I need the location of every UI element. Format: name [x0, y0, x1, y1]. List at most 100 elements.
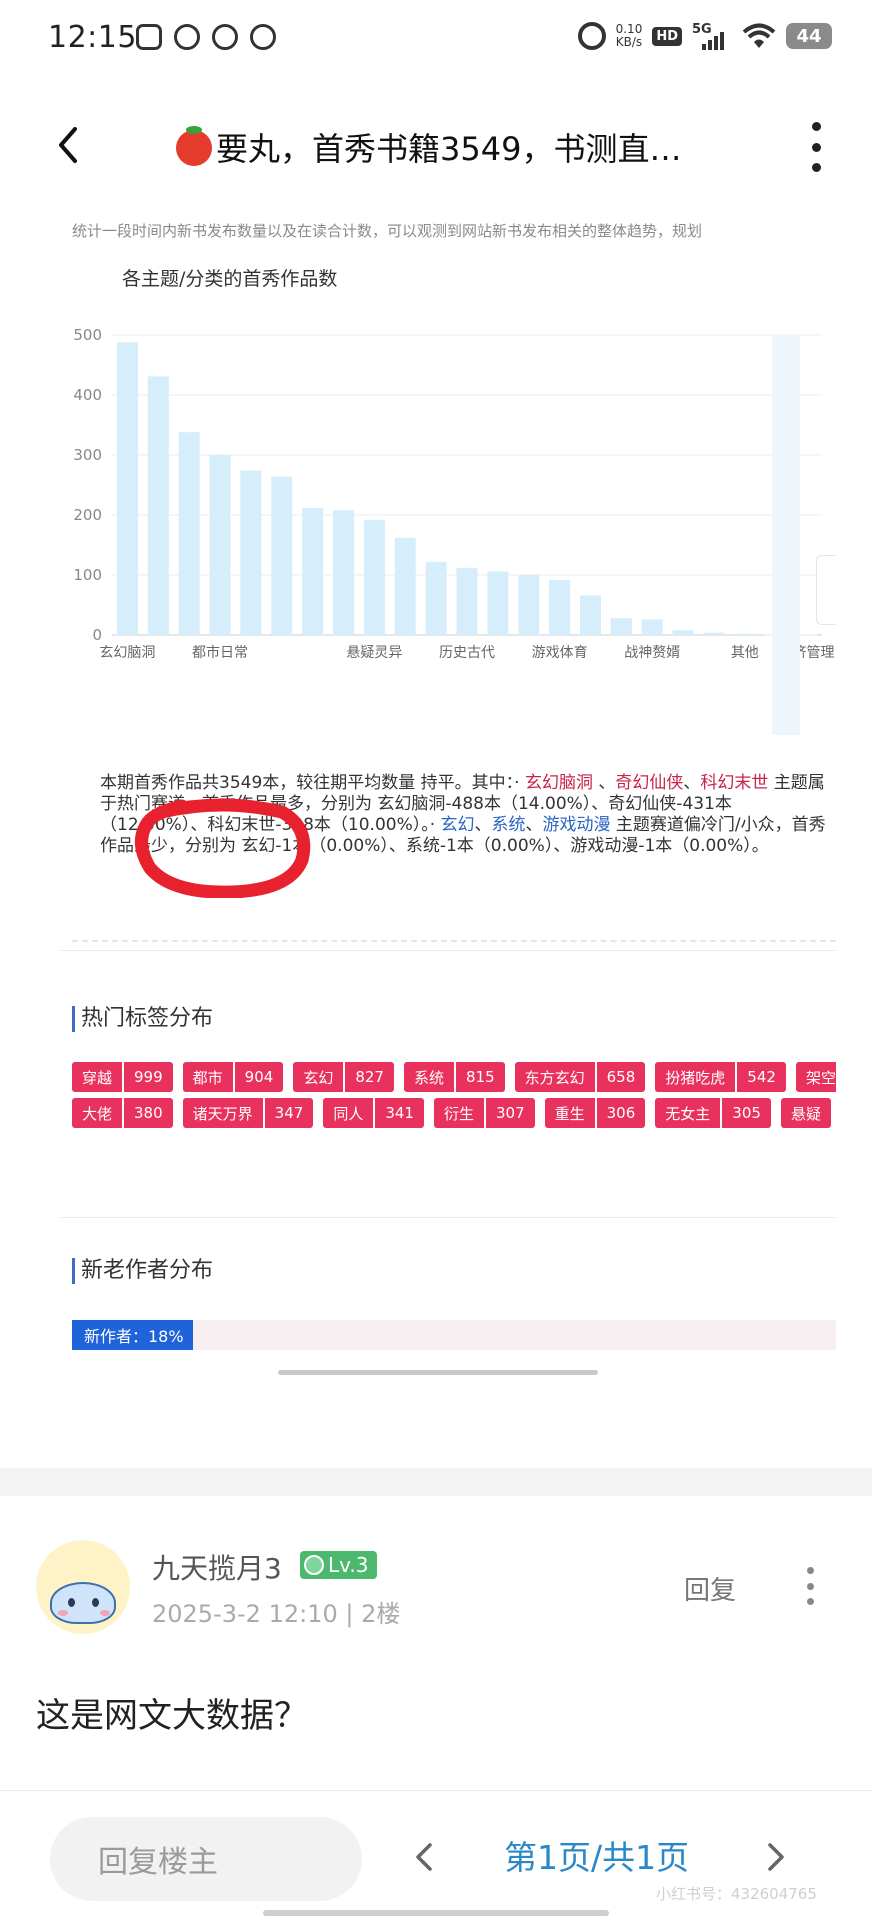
new-author-bar: 新作者：18% — [72, 1320, 194, 1350]
status-indicators: 0.10 KB/s HD 5G 44 — [577, 22, 832, 50]
summary-hot-topic: 玄幻脑洞 — [524, 773, 593, 793]
bar[interactable] — [703, 632, 725, 635]
comment-meta: 2025-3-2 12:10 | 2楼 — [152, 1600, 401, 1628]
tag-row-separator — [72, 940, 836, 942]
hot-tag[interactable]: 穿越 999 — [72, 1062, 173, 1092]
battery-icon: 44 — [786, 23, 832, 49]
bar[interactable] — [487, 571, 509, 635]
hot-tag[interactable]: 东方玄幻 658 — [514, 1062, 646, 1092]
tiktok-icon — [174, 24, 200, 50]
hot-tag-name: 悬疑 — [790, 1104, 821, 1123]
bar[interactable] — [147, 376, 169, 635]
post-image[interactable]: 统计一段时间内新书发布数量以及在读合计数，可以观测到网站新书发布相关的整体趋势，… — [60, 200, 836, 1470]
hot-tag[interactable]: 架空 — [795, 1062, 836, 1092]
home-indicator[interactable] — [263, 1910, 609, 1916]
comment-text: 这是网文大数据？ — [36, 1696, 308, 1736]
bar[interactable] — [425, 561, 447, 635]
bar[interactable] — [518, 575, 540, 635]
status-app-icons — [136, 24, 276, 50]
hot-tag[interactable]: 衍生 307 — [433, 1098, 535, 1128]
hot-tag-name: 穿越 — [82, 1068, 113, 1087]
chart-title: 各主题/分类的首秀作品数 — [122, 268, 338, 290]
page-title: 要丸，首秀书籍3549，书测直… — [176, 124, 736, 170]
hot-tag-count: 307 — [483, 1098, 535, 1128]
app-icon — [250, 24, 276, 50]
hot-tag-name: 都市 — [192, 1068, 223, 1087]
section-divider — [60, 950, 836, 951]
chevron-left-icon — [59, 127, 77, 163]
x-tick-label: 玄幻脑洞 — [99, 644, 155, 661]
hot-tag[interactable]: 大佬 380 — [72, 1098, 173, 1128]
hot-tag[interactable]: 诸天万界 347 — [182, 1098, 314, 1128]
bar[interactable] — [240, 470, 262, 635]
bar[interactable] — [672, 630, 694, 635]
x-tick-label: 历史古代 — [439, 645, 495, 661]
hot-tag[interactable]: 系统 815 — [403, 1062, 505, 1092]
level-icon — [304, 1555, 324, 1575]
page-title-text: 要丸，首秀书籍3549，书测直… — [216, 130, 682, 168]
hot-tag-name: 诸天万界 — [192, 1104, 253, 1123]
net-speed-unit: KB/s — [615, 35, 643, 49]
hot-tag[interactable]: 都市 904 — [182, 1062, 284, 1092]
x-tick-label: 战神赘婿 — [624, 644, 680, 661]
comment-more-button[interactable] — [803, 1567, 817, 1605]
prev-page-button[interactable] — [410, 1837, 440, 1877]
tomato-icon — [176, 126, 212, 166]
y-tick-label: 500 — [73, 326, 102, 344]
bar[interactable] — [610, 618, 632, 635]
hot-tag-count: 658 — [594, 1062, 646, 1092]
bar[interactable] — [271, 476, 293, 635]
reply-input[interactable]: 回复楼主 — [50, 1817, 362, 1901]
summary-hot-topic: 科幻末世 — [700, 773, 769, 793]
bar[interactable] — [456, 567, 478, 635]
x-tick-label: 游戏体育 — [532, 645, 588, 661]
reply-button[interactable]: 回复 — [684, 1570, 736, 1607]
hot-tag-name: 架空 — [805, 1068, 836, 1087]
hot-tag[interactable]: 重生 306 — [544, 1098, 646, 1128]
page-indicator[interactable]: 第1页/共1页 — [504, 1831, 689, 1879]
bar[interactable] — [209, 455, 231, 635]
hot-tag[interactable]: 扮猪吃虎 542 — [655, 1062, 786, 1092]
bar[interactable] — [178, 432, 200, 635]
hot-tag-count: 904 — [232, 1062, 284, 1092]
hot-tags-row: 大佬 380 诸天万界 347 同人 341 衍生 307 重生 306 无女主 305 悬疑 — [72, 1098, 831, 1128]
x-tick-label: 悬疑灵异 — [346, 645, 402, 661]
hot-tag-name: 重生 — [554, 1104, 585, 1123]
hot-tag-name: 玄幻 — [303, 1068, 334, 1087]
avatar[interactable] — [36, 1540, 130, 1634]
hot-tag[interactable]: 悬疑 — [780, 1098, 831, 1128]
bar[interactable] — [333, 510, 355, 635]
image-scroll-indicator — [278, 1370, 598, 1375]
bar[interactable] — [579, 595, 601, 635]
level-badge: Lv.3 — [300, 1551, 377, 1579]
next-page-button[interactable] — [760, 1837, 790, 1877]
watermark: 小红书号：432604765 — [656, 1885, 817, 1903]
comment-username[interactable]: 九天揽月3 — [152, 1547, 282, 1587]
back-button[interactable] — [48, 120, 88, 170]
content-separator — [0, 1468, 872, 1496]
hot-tag-count: 347 — [262, 1098, 314, 1128]
hot-tag-count: 827 — [343, 1062, 394, 1092]
hot-tag-name: 扮猪吃虎 — [665, 1068, 726, 1087]
bar[interactable] — [302, 507, 324, 635]
wifi-icon — [742, 23, 776, 48]
bar[interactable] — [641, 619, 663, 635]
bar[interactable] — [363, 519, 385, 635]
hd-badge: HD — [652, 26, 682, 46]
hot-tag[interactable]: 玄幻 827 — [293, 1062, 394, 1092]
hot-tag[interactable]: 无女主 305 — [655, 1098, 771, 1128]
x-tick-label: 都市日常 — [192, 644, 248, 661]
hot-tags-row: 穿越 999 都市 904 玄幻 827 系统 815 东方玄幻 658 扮猪吃虎 542 架空 — [72, 1062, 836, 1092]
hot-tag[interactable]: 同人 341 — [323, 1098, 424, 1128]
bar[interactable] — [394, 537, 416, 635]
bar[interactable] — [116, 342, 138, 635]
level-label: Lv.3 — [328, 1553, 369, 1577]
section-divider — [60, 1217, 836, 1218]
more-options-button[interactable] — [806, 122, 826, 172]
y-tick-label: 400 — [73, 386, 102, 404]
status-time: 12:15 — [48, 20, 137, 55]
hot-tag-count: 815 — [453, 1062, 505, 1092]
summary-cold-topic: 游戏动漫 — [542, 815, 611, 835]
bar[interactable] — [549, 579, 571, 635]
bar[interactable] — [734, 633, 756, 635]
